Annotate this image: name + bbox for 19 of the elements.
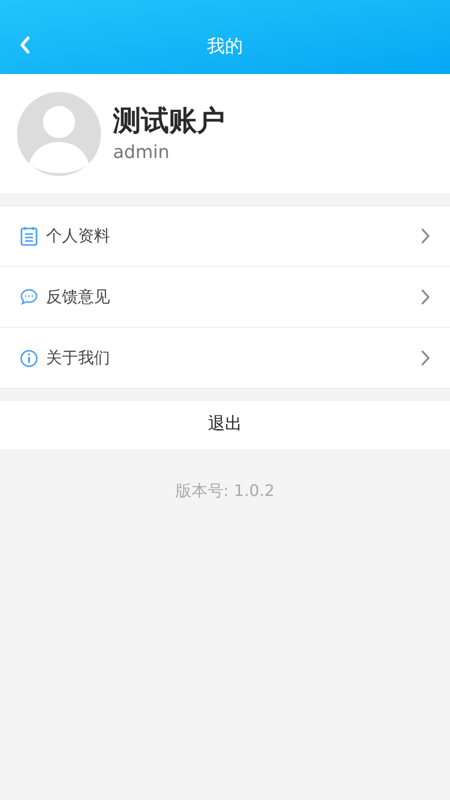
page-title: 我的 <box>207 35 243 59</box>
account-name: 测试账户 <box>113 102 225 138</box>
avatar-icon <box>17 92 101 176</box>
menu-item-label: 关于我们 <box>46 347 111 369</box>
chevron-right-icon <box>421 289 430 305</box>
menu-item[interactable]: 个人资料 <box>0 206 450 266</box>
logout-button[interactable]: 退出 <box>0 401 450 449</box>
menu-item-label: 反馈意见 <box>46 286 111 308</box>
clipboard-icon <box>20 226 38 246</box>
version-text: 版本号: 1.0.2 <box>175 480 275 502</box>
info-icon <box>20 348 38 368</box>
menu-item[interactable]: 反馈意见 <box>0 267 450 327</box>
chevron-right-icon <box>421 228 430 244</box>
menu-item[interactable]: 关于我们 <box>0 328 450 388</box>
chat-bubble-icon <box>20 288 38 306</box>
menu-item-label: 个人资料 <box>46 225 111 247</box>
chevron-right-icon <box>421 350 430 366</box>
back-icon <box>19 36 31 54</box>
account-username: admin <box>113 140 170 164</box>
